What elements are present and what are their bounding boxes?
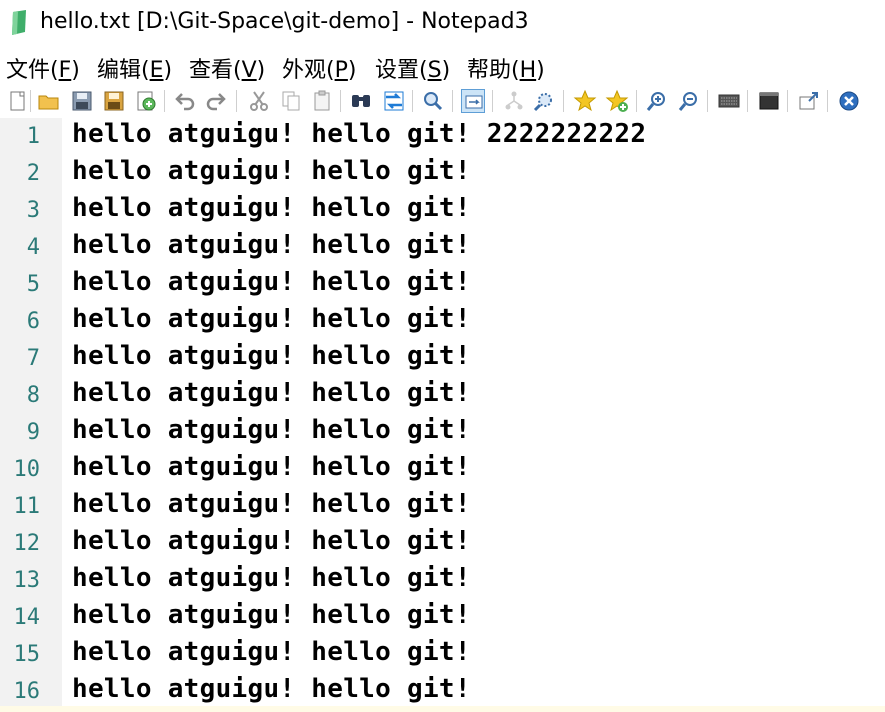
line-text[interactable]: hello atguigu! hello git! [72, 600, 471, 630]
word-wrap-icon[interactable] [461, 89, 485, 113]
line-number: 4 [26, 235, 40, 260]
cut-icon[interactable] [247, 89, 271, 113]
editor-line[interactable]: 2 hello atguigu! hello git! [0, 155, 885, 192]
copy-icon[interactable] [279, 89, 303, 113]
menu-item-p[interactable]: 外观(P) [282, 52, 356, 84]
add-bookmark-icon[interactable] [605, 89, 629, 113]
menu-item-e[interactable]: 编辑(E) [97, 52, 172, 84]
toolbar-separator [787, 90, 788, 112]
bookmark-tree-icon[interactable] [502, 89, 526, 113]
line-number: 11 [13, 494, 41, 519]
editor-line[interactable]: 4 hello atguigu! hello git! [0, 229, 885, 266]
line-text[interactable]: hello atguigu! hello git! [72, 193, 471, 223]
toolbar-separator [452, 90, 453, 112]
line-number: 15 [13, 642, 41, 667]
line-number: 3 [26, 198, 40, 223]
line-text[interactable]: hello atguigu! hello git! [72, 489, 471, 519]
console-icon[interactable] [757, 89, 781, 113]
line-text[interactable]: hello atguigu! hello git! [72, 415, 471, 445]
toolbar-separator [827, 90, 828, 112]
line-text[interactable]: hello atguigu! hello git! [72, 341, 471, 371]
toolbar-separator [636, 90, 637, 112]
new-file-icon[interactable] [6, 89, 30, 113]
editor-line[interactable]: 6 hello atguigu! hello git! [0, 303, 885, 340]
toolbar-separator [747, 90, 748, 112]
horizontal-scroll-edge [0, 706, 885, 712]
toolbar-separator [164, 90, 165, 112]
line-number: 1 [26, 124, 40, 149]
line-text[interactable]: hello atguigu! hello git! [72, 304, 471, 334]
line-number: 10 [13, 457, 41, 482]
editor-line[interactable]: 12 hello atguigu! hello git! [0, 525, 885, 562]
toolbar-separator [30, 90, 31, 112]
line-text[interactable]: hello atguigu! hello git! [72, 156, 471, 186]
editor-line[interactable]: 15 hello atguigu! hello git! [0, 636, 885, 673]
line-number: 7 [26, 346, 40, 371]
zoom-in-icon[interactable] [645, 89, 669, 113]
editor-line[interactable]: 13 hello atguigu! hello git! [0, 562, 885, 599]
line-number: 12 [13, 531, 41, 556]
line-number: 8 [26, 383, 40, 408]
zoom-out-icon[interactable] [677, 89, 701, 113]
paste-icon[interactable] [310, 89, 334, 113]
line-number: 14 [13, 605, 41, 630]
line-number: 5 [26, 272, 40, 297]
line-text[interactable]: hello atguigu! hello git! [72, 637, 471, 667]
line-number: 6 [26, 309, 40, 334]
pin-icon[interactable] [797, 89, 821, 113]
toolbar-separator [412, 90, 413, 112]
line-text[interactable]: hello atguigu! hello git! [72, 267, 471, 297]
title-bar[interactable]: hello.txt [D:\Git-Space\git-demo] - Note… [0, 0, 885, 46]
editor-line[interactable]: 11 hello atguigu! hello git! [0, 488, 885, 525]
bookmark-star-icon[interactable] [573, 89, 597, 113]
find-icon[interactable] [349, 89, 373, 113]
editor-line[interactable]: 3 hello atguigu! hello git! [0, 192, 885, 229]
toolbar [0, 84, 885, 119]
menu-item-h[interactable]: 帮助(H) [467, 52, 545, 84]
line-text[interactable]: hello atguigu! hello git! [72, 563, 471, 593]
line-text[interactable]: hello atguigu! hello git! [72, 378, 471, 408]
editor-line[interactable]: 7 hello atguigu! hello git! [0, 340, 885, 377]
select-all-icon[interactable] [532, 89, 556, 113]
editor-line[interactable]: 1 hello atguigu! hello git! 2222222222 [0, 118, 885, 155]
replace-icon[interactable] [382, 89, 406, 113]
open-folder-icon[interactable] [37, 89, 61, 113]
menu-bar: 文件(F) 编辑(E) 查看(V) 外观(P) 设置(S) 帮助(H) [0, 46, 885, 84]
menu-item-v[interactable]: 查看(V) [189, 52, 265, 84]
line-text[interactable]: hello atguigu! hello git! [72, 452, 471, 482]
editor-line[interactable]: 8 hello atguigu! hello git! [0, 377, 885, 414]
save-as-icon[interactable] [102, 89, 126, 113]
line-text[interactable]: hello atguigu! hello git! [72, 674, 471, 704]
toolbar-separator [236, 90, 237, 112]
keyboard-icon[interactable] [717, 89, 741, 113]
menu-item-f[interactable]: 文件(F) [6, 52, 80, 84]
editor-line[interactable]: 10 hello atguigu! hello git! [0, 451, 885, 488]
editor-line[interactable]: 14 hello atguigu! hello git! [0, 599, 885, 636]
toolbar-separator [492, 90, 493, 112]
editor[interactable]: 1 hello atguigu! hello git! 2222222222 2 he… [0, 118, 885, 712]
toolbar-separator [563, 90, 564, 112]
redo-icon[interactable] [204, 89, 228, 113]
toolbar-separator [340, 90, 341, 112]
revert-icon[interactable] [134, 89, 158, 113]
undo-icon[interactable] [173, 89, 197, 113]
line-number: 13 [13, 568, 41, 593]
editor-line[interactable]: 16 hello atguigu! hello git! [0, 673, 885, 710]
notepad3-icon [10, 10, 28, 36]
line-text[interactable]: hello atguigu! hello git! 2222222222 [72, 119, 646, 149]
line-text[interactable]: hello atguigu! hello git! [72, 526, 471, 556]
line-number: 2 [26, 161, 40, 186]
window-title: hello.txt [D:\Git-Space\git-demo] - Note… [40, 9, 529, 34]
line-text[interactable]: hello atguigu! hello git! [72, 230, 471, 260]
editor-line[interactable]: 5 hello atguigu! hello git! [0, 266, 885, 303]
line-number: 9 [26, 420, 40, 445]
toolbar-separator [707, 90, 708, 112]
editor-line[interactable]: 9 hello atguigu! hello git! [0, 414, 885, 451]
close-icon[interactable] [837, 89, 861, 113]
line-number: 16 [13, 679, 41, 704]
menu-item-s[interactable]: 设置(S) [375, 52, 450, 84]
save-icon[interactable] [70, 89, 94, 113]
find-next-icon[interactable] [421, 89, 445, 113]
